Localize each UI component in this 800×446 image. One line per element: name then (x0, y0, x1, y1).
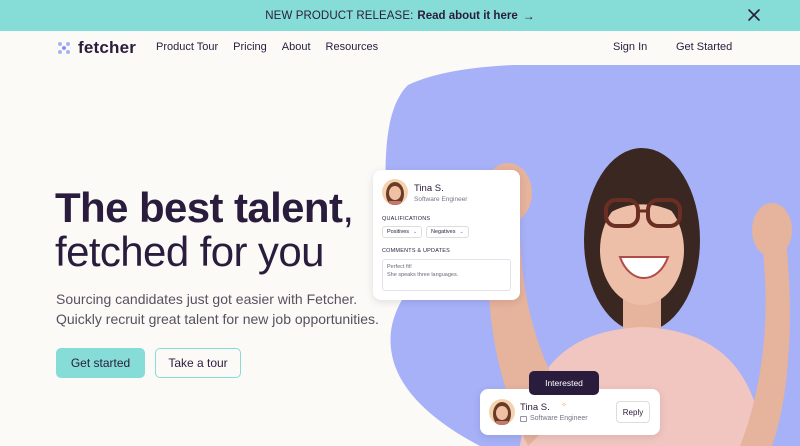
main-menu: Product Tour Pricing About Resources (156, 41, 378, 53)
get-started-nav-link[interactable]: Get Started (676, 41, 732, 53)
reply-candidate-name: Tina S. (520, 402, 550, 413)
announcement-link[interactable]: Read about it here (417, 10, 517, 22)
comment-box[interactable]: Perfect fit! She speaks three languages. (382, 259, 511, 291)
close-icon[interactable] (746, 7, 762, 23)
hero-headline-line1: The best talent, (55, 184, 354, 231)
reply-candidate-role: Software Engineer (520, 415, 588, 422)
arrow-right-icon[interactable]: → (523, 9, 535, 23)
chevron-down-icon: ⌄ (413, 229, 418, 235)
candidate-profile-card: Tina S. Software Engineer QUALIFICATIONS… (373, 170, 520, 300)
sign-in-link[interactable]: Sign In (613, 41, 647, 53)
reply-button[interactable]: Reply (616, 401, 650, 423)
get-started-button[interactable]: Get started (56, 348, 145, 378)
negatives-label: Negatives (431, 229, 456, 235)
reply-role-text: Software Engineer (530, 415, 588, 422)
hero-headline-line2: fetched for you (55, 228, 324, 275)
negatives-dropdown[interactable]: Negatives ⌄ (426, 226, 469, 238)
take-a-tour-button[interactable]: Take a tour (155, 348, 241, 378)
comments-label: COMMENTS & UPDATES (382, 248, 450, 254)
qualifications-label: QUALIFICATIONS (382, 216, 431, 222)
logo[interactable]: fetcher (56, 38, 136, 58)
logo-text: fetcher (78, 38, 137, 57)
hero-subtext: Sourcing candidates just got easier with… (56, 291, 379, 327)
avatar (489, 399, 515, 425)
chevron-down-icon: ⌄ (459, 229, 464, 235)
positives-label: Positives (387, 229, 410, 235)
candidate-role: Software Engineer (414, 196, 468, 203)
paw-dots-icon (58, 42, 70, 54)
interested-tooltip: Interested (529, 371, 599, 395)
candidate-reply-card: Tina S. ✧ Software Engineer Reply (480, 389, 660, 435)
avatar-image (382, 179, 408, 205)
comment-line-1: Perfect fit! (387, 264, 412, 270)
announcement-bar: NEW PRODUCT RELEASE: Read about it here … (0, 0, 800, 31)
hero-headline-comma: , (342, 184, 354, 231)
nav-link-about[interactable]: About (282, 41, 311, 53)
nav-link-resources[interactable]: Resources (326, 41, 379, 53)
candidate-name: Tina S. (414, 183, 444, 194)
hero-headline-bold: The best talent (55, 184, 343, 231)
avatar (382, 179, 408, 205)
comment-line-2: She speaks three languages. (387, 272, 459, 278)
nav-link-product-tour[interactable]: Product Tour (156, 41, 218, 53)
announcement-lead: NEW PRODUCT RELEASE: (265, 9, 414, 22)
avatar-image (489, 399, 515, 425)
top-nav: fetcher Product Tour Pricing About Resou… (0, 31, 800, 65)
nav-link-pricing[interactable]: Pricing (233, 41, 267, 53)
sparkle-icon: ✧ (561, 402, 567, 409)
briefcase-icon (520, 415, 527, 422)
positives-dropdown[interactable]: Positives ⌄ (382, 226, 423, 238)
